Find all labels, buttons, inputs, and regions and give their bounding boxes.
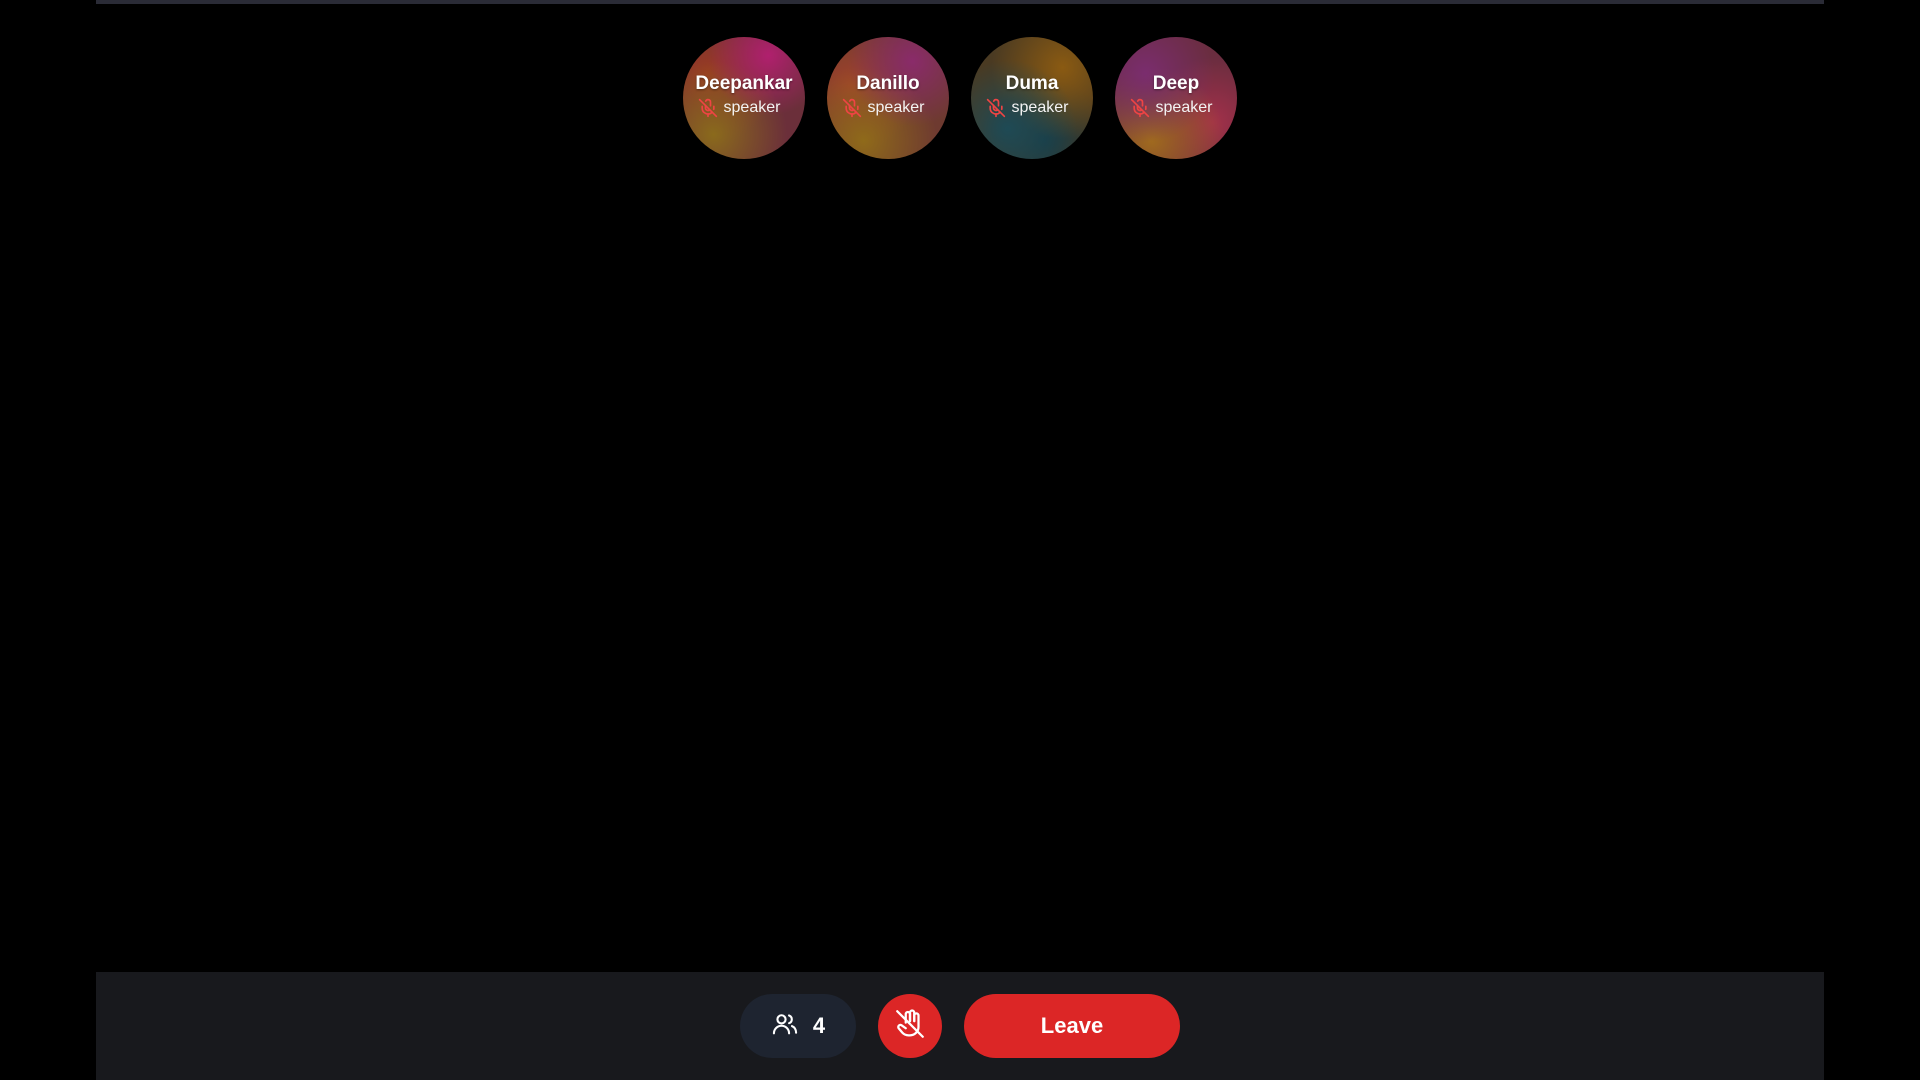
raise-hand-button[interactable]: [878, 994, 942, 1058]
mic-off-icon: [986, 98, 1006, 118]
participants-button[interactable]: 4: [740, 994, 856, 1058]
top-divider: [96, 0, 1824, 4]
participants-count: 4: [812, 1013, 826, 1038]
call-controls: 4 Leave: [96, 994, 1824, 1058]
hand-off-icon: [893, 1007, 927, 1046]
participant-tile[interactable]: Deepankar speaker: [683, 37, 805, 159]
participant-name: Deep: [1152, 73, 1200, 94]
users-icon: [771, 1010, 799, 1043]
mic-off-icon: [1130, 98, 1150, 118]
participant-tile[interactable]: Deep speaker: [1115, 37, 1237, 159]
participant-role-row: speaker: [842, 98, 925, 118]
participant-role: speaker: [1155, 99, 1213, 116]
participant-role: speaker: [723, 99, 781, 116]
participant-tile[interactable]: Duma speaker: [971, 37, 1093, 159]
participant-name: Deepankar: [695, 73, 793, 94]
participant-role: speaker: [1011, 99, 1069, 116]
mic-off-icon: [842, 98, 862, 118]
participant-name: Danillo: [856, 73, 920, 94]
leave-button[interactable]: Leave: [964, 994, 1180, 1058]
mic-off-icon: [698, 98, 718, 118]
control-bar: 4 Leave: [96, 972, 1824, 1080]
participant-grid: Deepankar speaker Danillo speaker Duma s…: [96, 37, 1824, 159]
participant-role: speaker: [867, 99, 925, 116]
participant-name: Duma: [1005, 73, 1059, 94]
participant-tile[interactable]: Danillo speaker: [827, 37, 949, 159]
participant-role-row: speaker: [1130, 98, 1213, 118]
room-stage: Deepankar speaker Danillo speaker Duma s…: [96, 0, 1824, 1080]
participant-role-row: speaker: [698, 98, 781, 118]
participant-role-row: speaker: [986, 98, 1069, 118]
